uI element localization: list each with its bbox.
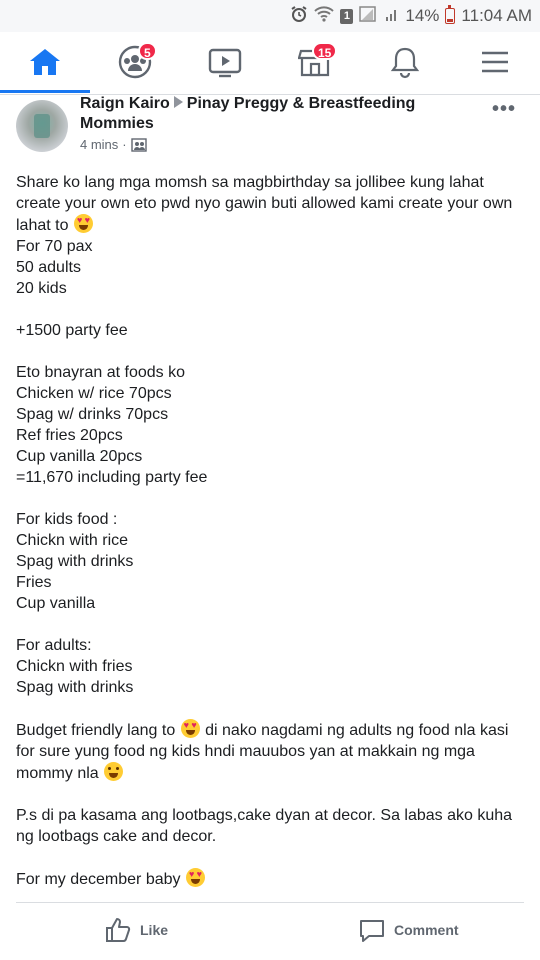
comment-icon [360, 920, 384, 942]
pax-line: For 70 pax [16, 238, 93, 255]
battery-icon [445, 5, 456, 24]
marketplace-badge: 15 [312, 42, 338, 60]
foods-line: Ref fries 20pcs [16, 427, 123, 444]
clock: 11:04 AM [461, 6, 532, 25]
author-name[interactable]: Raign Kairo [80, 95, 170, 112]
avatar[interactable] [16, 100, 68, 152]
signal-icon [359, 5, 379, 27]
group-privacy-icon [130, 137, 147, 152]
battery-percent: 14% [405, 6, 440, 25]
status-icons: 1 14% 11:04 AM [290, 5, 532, 27]
more-options-button[interactable]: ••• [492, 98, 516, 121]
wifi-icon [314, 5, 335, 27]
party-fee-line: +1500 party fee [16, 322, 128, 339]
active-tab-indicator [0, 90, 90, 93]
heart-eyes-emoji-icon [185, 868, 205, 887]
kids-line: Fries [16, 574, 52, 591]
nav-home[interactable] [0, 32, 90, 93]
post-time[interactable]: 4 mins [80, 137, 118, 152]
meta-separator: · [122, 137, 127, 152]
menu-icon [482, 51, 508, 73]
pax-line: 20 kids [16, 280, 67, 297]
foods-line: Cup vanilla 20pcs [16, 448, 143, 465]
watch-icon [208, 48, 242, 78]
nav-watch[interactable] [180, 32, 270, 92]
bell-icon [390, 47, 420, 79]
post-meta: 4 mins · [80, 137, 147, 152]
kids-line: Cup vanilla [16, 595, 96, 612]
thumbs-up-icon [106, 918, 131, 942]
post-author-line: Raign Kairo Pinay Preggy & Breastfeeding … [80, 94, 480, 134]
closing-paragraph: For my december baby [16, 868, 526, 890]
home-icon [30, 49, 60, 75]
pax-line: 50 adults [16, 259, 81, 276]
kids-line: Chickn with rice [16, 532, 129, 549]
comment-label: Comment [394, 922, 459, 938]
nav-menu[interactable] [450, 32, 540, 92]
signal-bars-icon [385, 6, 399, 27]
kids-line: For kids food : [16, 511, 118, 528]
foods-line: =11,670 including party fee [16, 469, 208, 486]
foods-line: Chicken w/ rice 70pcs [16, 385, 172, 402]
foods-line: Eto bnayran at foods ko [16, 364, 185, 381]
adults-line: Spag with drinks [16, 679, 134, 696]
arrow-right-icon [173, 96, 183, 108]
like-label: Like [140, 922, 169, 938]
heart-eyes-emoji-icon [180, 719, 200, 738]
kids-line: Spag with drinks [16, 553, 134, 570]
budget-paragraph: Budget friendly lang to di nako nagdami … [16, 719, 526, 784]
nav-marketplace[interactable]: 15 [270, 32, 360, 92]
like-button[interactable]: Like [104, 916, 168, 944]
nav-notifications[interactable] [360, 32, 450, 92]
post-actions: Like Comment [0, 904, 540, 956]
status-bar: 1 14% 11:04 AM [0, 0, 540, 32]
ps-paragraph: P.s di pa kasama ang lootbags,cake dyan … [16, 807, 517, 845]
foods-line: Spag w/ drinks 70pcs [16, 406, 169, 423]
top-nav: 5 15 [0, 32, 540, 95]
grinning-sweat-emoji-icon [104, 762, 124, 781]
post-header: Raign Kairo Pinay Preggy & Breastfeeding … [0, 94, 540, 160]
actions-divider [16, 902, 524, 903]
post-paragraph: Share ko lang mga momsh sa magbbirthday … [16, 172, 526, 236]
post-text: Share ko lang mga momsh sa magbbirthday … [16, 172, 526, 890]
alarm-icon [290, 5, 308, 28]
comment-button[interactable]: Comment [358, 916, 459, 944]
nav-groups[interactable]: 5 [90, 32, 180, 92]
heart-eyes-emoji-icon [73, 214, 93, 233]
adults-line: For adults: [16, 637, 92, 654]
adults-line: Chickn with fries [16, 658, 133, 675]
sim-icon: 1 [340, 8, 354, 24]
groups-badge: 5 [138, 42, 157, 60]
